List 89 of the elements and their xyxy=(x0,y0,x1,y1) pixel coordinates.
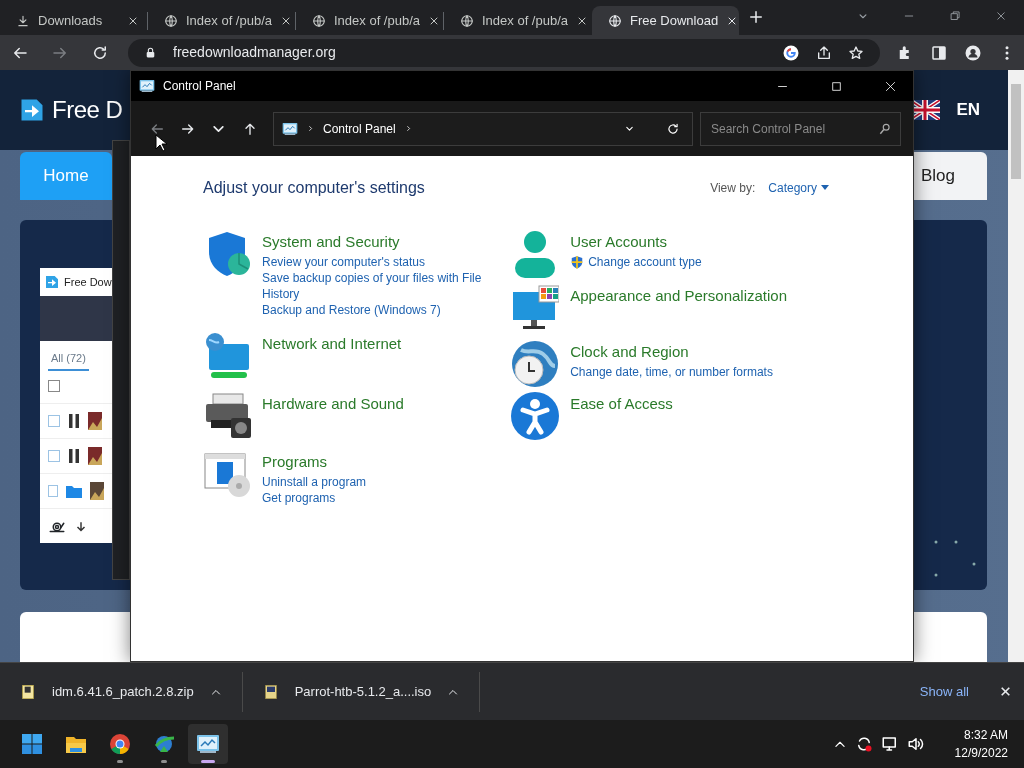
chevron-down-icon xyxy=(213,125,224,132)
category-link[interactable]: Hardware and Sound xyxy=(262,395,404,412)
new-tab-button[interactable] xyxy=(747,8,765,26)
star-icon[interactable] xyxy=(848,44,864,61)
language-label[interactable]: EN xyxy=(956,97,980,123)
running-indicator xyxy=(201,760,215,763)
setting-link[interactable]: Backup and Restore (Windows 7) xyxy=(262,302,512,318)
category-link[interactable]: Network and Internet xyxy=(262,335,402,352)
control-panel-icon xyxy=(196,732,220,756)
pause-icon[interactable] xyxy=(68,414,80,428)
category-link[interactable]: Programs xyxy=(262,453,328,470)
caret-icon xyxy=(821,185,829,191)
share-icon[interactable] xyxy=(816,44,832,61)
folder-icon[interactable] xyxy=(66,484,82,498)
view-by-label: View by: xyxy=(710,180,756,197)
category-link[interactable]: System and Security xyxy=(262,233,400,250)
nav-tab[interactable]: Blog xyxy=(914,152,987,200)
running-indicator xyxy=(117,760,123,763)
app-title: Free Dow xyxy=(64,274,112,290)
control-panel-icon xyxy=(282,120,298,137)
download-item[interactable]: Parrot-htb-5.1.2_a....iso xyxy=(242,671,481,712)
breadcrumb-item[interactable]: Control Panel xyxy=(323,119,396,138)
browser-icon xyxy=(108,732,132,756)
lock-icon xyxy=(144,46,157,59)
search-icon[interactable] xyxy=(878,121,892,136)
address-bar[interactable]: Control Panel xyxy=(273,111,693,146)
control-panel-icon xyxy=(139,78,155,94)
clock-icon[interactable] xyxy=(511,340,560,388)
category-link[interactable]: Ease of Access xyxy=(570,395,673,412)
globe-icon xyxy=(608,13,622,28)
logo-icon xyxy=(44,274,60,290)
setting-link[interactable]: Save backup copies of your files with File History xyxy=(262,270,512,302)
filter-tab[interactable]: All (72) xyxy=(48,350,89,371)
printer-icon[interactable] xyxy=(203,392,251,440)
setting-link[interactable]: Review your computer's status xyxy=(262,254,512,270)
show-all-link[interactable]: Show all xyxy=(919,681,969,702)
app-banner xyxy=(40,296,112,341)
profile-icon[interactable] xyxy=(964,43,982,62)
window-title: Control Panel xyxy=(163,78,237,95)
taskbar-app[interactable] xyxy=(188,724,228,764)
start-icon xyxy=(20,732,44,756)
restore-icon[interactable] xyxy=(948,9,962,23)
clock[interactable]: 8:32 AM 12/9/2022 xyxy=(948,726,1020,762)
setting-link[interactable]: Uninstall a program xyxy=(262,474,367,490)
search-field[interactable]: Search Control Panel xyxy=(709,118,859,139)
category-link[interactable]: User Accounts xyxy=(570,233,667,250)
checkbox[interactable] xyxy=(48,380,60,392)
volume-icon[interactable] xyxy=(906,735,925,753)
chevron-icon xyxy=(306,124,315,133)
browser-tab[interactable]: Index of /pub/a xyxy=(444,6,591,35)
search-box[interactable]: Search Control Panel xyxy=(700,111,901,146)
browser-tab[interactable]: Index of /pub/a xyxy=(296,6,443,35)
category-link[interactable]: Clock and Region xyxy=(570,343,689,360)
google-icon[interactable] xyxy=(782,43,800,62)
shield-icon xyxy=(570,255,585,269)
browser-tab[interactable]: Free Download xyxy=(592,6,739,35)
scrollbar[interactable] xyxy=(1008,70,1024,662)
globe-icon xyxy=(312,13,326,28)
close-icon[interactable] xyxy=(999,685,1012,698)
setting-link[interactable]: Change date, time, or number formats xyxy=(570,364,773,380)
browser-tab[interactable]: Index of /pub/a xyxy=(148,6,295,35)
file-icon xyxy=(20,683,36,700)
view-by-dropdown[interactable]: Category xyxy=(768,179,829,197)
category-link[interactable]: Appearance and Personalization xyxy=(570,287,787,304)
cursor-icon xyxy=(155,134,167,152)
page-heading: Adjust your computer's settings xyxy=(203,178,426,198)
side-panel-icon[interactable] xyxy=(930,43,948,62)
address-bar[interactable]: freedownloadmanager.org xyxy=(128,38,880,67)
monitor-icon[interactable] xyxy=(511,284,560,332)
logo-text[interactable]: Free D xyxy=(52,92,123,128)
checkbox[interactable] xyxy=(48,485,58,497)
file-icon xyxy=(262,683,279,700)
globe-icon xyxy=(164,13,178,28)
setting-link[interactable]: Get programs xyxy=(262,490,367,506)
setting-link[interactable]: Change account type xyxy=(570,254,702,270)
checkbox[interactable] xyxy=(48,450,60,462)
reload-icon xyxy=(91,43,109,62)
accessibility-icon[interactable] xyxy=(511,392,560,440)
checkbox[interactable] xyxy=(48,415,60,427)
pause-icon[interactable] xyxy=(68,449,80,463)
running-indicator xyxy=(161,760,167,763)
download-item[interactable]: idm.6.41.6_patch.2.8.zip xyxy=(0,671,243,712)
program-window-icon[interactable] xyxy=(203,450,251,498)
globe-icon xyxy=(460,13,474,28)
download-icon[interactable] xyxy=(74,519,88,534)
download-icon xyxy=(16,13,30,28)
network-icon[interactable] xyxy=(880,735,899,753)
refresh-icon[interactable] xyxy=(666,121,680,136)
browser-tab[interactable]: Downloads xyxy=(0,6,147,35)
